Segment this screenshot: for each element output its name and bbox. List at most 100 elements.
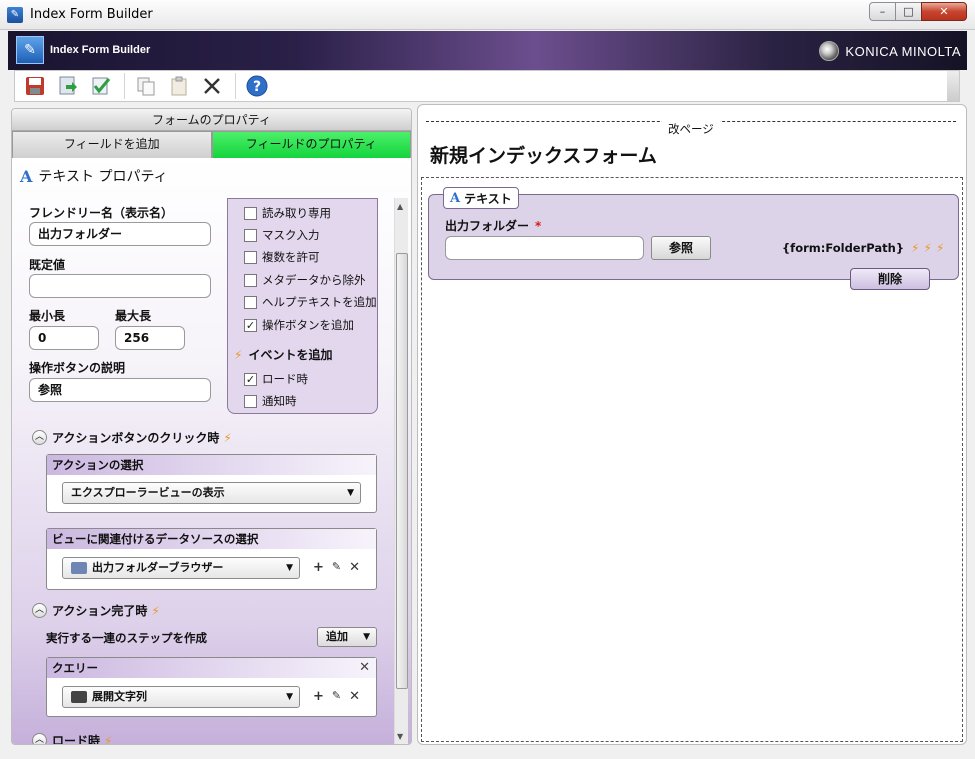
option-action-button[interactable]: ✓ 操作ボタンを追加 [244, 317, 354, 333]
collapse-icon[interactable]: ︿ [32, 430, 47, 445]
svg-text:?: ? [253, 79, 261, 95]
option-help-text[interactable]: ヘルプテキストを追加 [244, 294, 377, 310]
globe-icon [819, 41, 840, 61]
action-complete-section[interactable]: ︿ アクション完了時 ⚡ [32, 602, 160, 619]
toolbar-separator [124, 73, 125, 99]
checkbox[interactable] [244, 250, 257, 264]
tab-field-properties[interactable]: フィールドのプロパティ [211, 131, 411, 158]
paste-icon[interactable] [165, 73, 193, 99]
dropdown-arrow-icon: ▼ [363, 632, 370, 642]
save-icon[interactable] [21, 73, 49, 99]
query-dropdown[interactable]: 展開文字列 ▼ [62, 686, 300, 708]
action-click-section[interactable]: ︿ アクションボタンのクリック時 ⚡ [32, 429, 232, 446]
query-actions: + ✎ ✕ [313, 689, 360, 704]
save-close-icon[interactable] [54, 73, 82, 99]
browse-button[interactable]: 参照 [651, 236, 711, 260]
lightning-icon: ⚡ [234, 347, 243, 362]
event-on-load[interactable]: ✓ ロード時 [244, 371, 308, 387]
checkbox[interactable] [244, 206, 257, 220]
property-tabs: フィールドを追加 フィールドのプロパティ [12, 131, 411, 158]
remove-icon[interactable]: ✕ [349, 560, 360, 575]
maximize-button[interactable]: □ [895, 2, 922, 21]
form-title[interactable]: 新規インデックスフォーム [430, 141, 657, 168]
action-button-desc-input[interactable]: 参照 [29, 378, 211, 402]
datasource-title: ビューに関連付けるデータソースの選択 [47, 529, 376, 549]
friendly-name-input[interactable]: 出力フォルダー [29, 222, 211, 246]
lightning-icon[interactable]: ⚡ [936, 241, 944, 255]
checkbox[interactable] [244, 394, 257, 408]
steps-label: 実行する一連のステップを作成 [46, 631, 207, 645]
output-folder-input[interactable] [445, 236, 644, 260]
scroll-up-icon[interactable]: ▲ [397, 202, 403, 211]
form-canvas[interactable]: A テキスト 出力フォルダー * 参照 {form:FolderPath} ⚡ ⚡… [421, 177, 963, 742]
add-icon[interactable]: + [313, 689, 324, 704]
on-load-section[interactable]: ︿ ロード時 ⚡ [32, 732, 112, 744]
properties-panel: フォームのプロパティ フィールドを追加 フィールドのプロパティ A テキスト プ… [11, 108, 412, 745]
toolbar: ? [14, 70, 960, 102]
lightning-icon: ⚡ [151, 603, 160, 618]
checkbox[interactable] [244, 273, 257, 287]
checkbox-checked[interactable]: ✓ [244, 318, 257, 332]
close-button[interactable]: ✕ [921, 2, 967, 21]
binding-text: {form:FolderPath} ⚡ ⚡ ⚡ [782, 241, 945, 255]
default-value-label: 既定値 [29, 258, 66, 272]
properties-scrollbar[interactable]: ▲ ▼ [394, 198, 408, 744]
datasource-dropdown[interactable]: 出力フォルダーブラウザー ▼ [62, 557, 300, 579]
action-button-desc-label: 操作ボタンの説明 [29, 361, 126, 375]
help-icon[interactable]: ? [243, 73, 271, 99]
datasource-actions: + ✎ ✕ [313, 560, 360, 575]
scrollbar-thumb[interactable] [396, 253, 408, 689]
brand-logo: KONICA MINOLTA [819, 41, 961, 61]
edit-icon[interactable]: ✎ [332, 560, 341, 575]
lightning-icon[interactable]: ⚡ [911, 241, 919, 255]
event-on-notify[interactable]: 通知時 [244, 393, 297, 409]
option-readonly[interactable]: 読み取り専用 [244, 205, 331, 221]
validate-icon[interactable] [87, 73, 115, 99]
action-select-box: アクションの選択 エクスプローラービューの表示 ▼ [46, 454, 377, 513]
delete-field-button[interactable]: 削除 [850, 268, 930, 290]
option-mask-input[interactable]: マスク入力 [244, 227, 320, 243]
friendly-name-label: フレンドリー名（表示名） [29, 206, 174, 220]
checkbox-checked[interactable]: ✓ [244, 372, 257, 386]
min-length-input[interactable]: 0 [29, 326, 99, 350]
edit-icon[interactable]: ✎ [332, 689, 341, 704]
action-select-title: アクションの選択 [47, 455, 376, 475]
scroll-down-icon[interactable]: ▼ [397, 732, 403, 741]
action-select-dropdown[interactable]: エクスプローラービューの表示 ▼ [62, 482, 361, 504]
checkbox[interactable] [244, 228, 257, 242]
dropdown-arrow-icon: ▼ [286, 563, 293, 573]
collapse-icon[interactable]: ︿ [32, 603, 47, 618]
add-icon[interactable]: + [313, 560, 324, 575]
text-field-icon: A [450, 190, 461, 206]
max-length-input[interactable]: 256 [115, 326, 185, 350]
query-box: クエリー ✕ 展開文字列 ▼ + ✎ ✕ [46, 657, 377, 717]
app-banner: ✎ Index Form Builder KONICA MINOLTA [8, 31, 967, 70]
form-properties-header[interactable]: フォームのプロパティ [12, 109, 411, 131]
banner-title: Index Form Builder [50, 44, 151, 56]
tab-add-field[interactable]: フィールドを追加 [12, 131, 212, 158]
datasource-box: ビューに関連付けるデータソースの選択 出力フォルダーブラウザー ▼ + ✎ ✕ [46, 528, 377, 590]
app-logo-icon: ✎ [16, 36, 44, 64]
remove-icon[interactable]: ✕ [349, 689, 360, 704]
toolbar-grip [947, 71, 959, 101]
expression-icon [71, 691, 87, 703]
add-step-button[interactable]: 追加 ▼ [317, 627, 377, 647]
default-value-input[interactable] [29, 274, 211, 298]
option-exclude-metadata[interactable]: メタデータから除外 [244, 272, 366, 288]
query-title: クエリー ✕ [47, 658, 376, 678]
field-type-tag: A テキスト [443, 187, 519, 209]
lightning-icon[interactable]: ⚡ [924, 241, 932, 255]
max-length-label: 最大長 [115, 309, 152, 323]
min-length-label: 最小長 [29, 309, 66, 323]
minimize-button[interactable]: – [869, 2, 896, 21]
app-icon: ✎ [7, 7, 23, 23]
checkbox[interactable] [244, 295, 257, 309]
delete-icon[interactable] [198, 73, 226, 99]
folder-icon [71, 562, 87, 574]
copy-icon[interactable] [132, 73, 160, 99]
brand-name: KONICA MINOLTA [845, 43, 961, 59]
collapse-icon[interactable]: ︿ [32, 733, 47, 744]
close-icon[interactable]: ✕ [359, 658, 370, 678]
option-allow-multiple[interactable]: 複数を許可 [244, 249, 320, 265]
title-bar: ✎ Index Form Builder – □ ✕ [0, 0, 975, 30]
